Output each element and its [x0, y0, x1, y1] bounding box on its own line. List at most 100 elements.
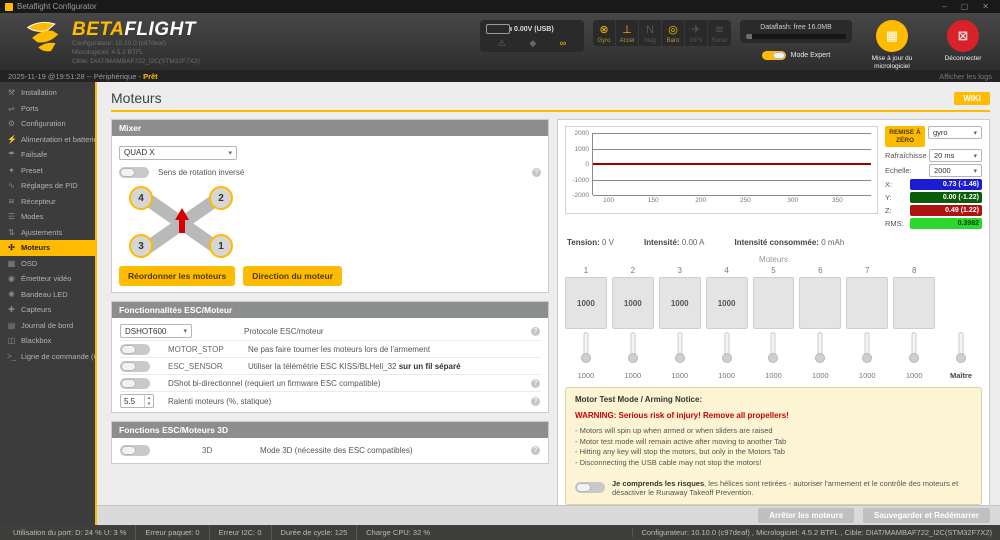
- chip-icon: ▦: [886, 28, 898, 44]
- connection-status: 2025-11-19 @19:51:28 -- Périphérique - P…: [8, 72, 158, 81]
- help-icon[interactable]: ?: [531, 446, 540, 455]
- blackbox-icon: ◫: [7, 336, 16, 345]
- motor-slider-3[interactable]: [659, 331, 701, 369]
- sensor-baro[interactable]: ◎ Baro: [662, 20, 685, 46]
- refresh-select[interactable]: 20 ms▾: [929, 149, 982, 162]
- vtx-icon: ◉: [7, 274, 16, 283]
- bidirectional-dshot-toggle[interactable]: [120, 378, 150, 389]
- esc-protocol-label: Protocole ESC/moteur: [244, 327, 525, 336]
- help-icon[interactable]: ?: [531, 397, 540, 406]
- sidebar-item-video-transmitter[interactable]: ◉Émetteur vidéo: [0, 271, 95, 287]
- status-ready: Prêt: [143, 72, 158, 81]
- help-icon[interactable]: ?: [532, 168, 541, 177]
- disconnect-button[interactable]: ⊠: [947, 20, 979, 52]
- motor-idle-label: Ralenti moteurs (%, statique): [168, 397, 525, 406]
- 3d-mode-toggle[interactable]: [120, 445, 150, 456]
- esc-protocol-select[interactable]: DSHOT600▾: [120, 324, 192, 338]
- sensor-gps[interactable]: ✈ GPS: [685, 20, 708, 46]
- sidebar-item-power-battery[interactable]: ⚡Alimentation et batterie: [0, 132, 95, 148]
- mixer-panel: Mixer QUAD X▾ Sens de rotation inversé ?: [111, 119, 549, 293]
- sidebar-item-pid-tuning[interactable]: ∿Réglages de PID: [0, 178, 95, 194]
- save-reboot-button[interactable]: Sauvegarder et Redémarrer: [863, 508, 990, 523]
- expert-mode-toggle[interactable]: [762, 51, 786, 60]
- motor-bar-3: 1000: [659, 277, 701, 329]
- status-bar: Utilisation du port: D: 24 % U: 3 % Erre…: [0, 525, 1000, 540]
- step-down-icon[interactable]: ▾: [145, 401, 153, 407]
- sidebar-item-configuration[interactable]: ⚙Configuration: [0, 116, 95, 132]
- help-icon[interactable]: ?: [531, 379, 540, 388]
- motor-value: 1000: [846, 371, 888, 380]
- firmware-version: Micrologiciel: 4.5.2 BTFL: [72, 49, 200, 57]
- motor-value: 1000: [659, 371, 701, 380]
- sidebar-item-adjustments[interactable]: ⇅Ajustements: [0, 225, 95, 241]
- baro-icon: ◎: [662, 24, 684, 36]
- motor-number: 1: [565, 266, 607, 275]
- motor-slider-2[interactable]: [612, 331, 654, 369]
- scale-select[interactable]: 2000▾: [929, 164, 982, 177]
- sidebar-item-blackbox[interactable]: ◫Blackbox: [0, 333, 95, 349]
- sidebar-item-osd[interactable]: ▦OSD: [0, 256, 95, 272]
- sidebar-item-modes[interactable]: ☰Modes: [0, 209, 95, 225]
- motor-slider-1[interactable]: [565, 331, 607, 369]
- window-title: Betaflight Configurator: [17, 2, 97, 11]
- sensor-accel[interactable]: ⊥ Accel: [616, 20, 639, 46]
- motor-slider-6[interactable]: [799, 331, 841, 369]
- logo-wordmark: BETAFLIGHT: [72, 20, 200, 39]
- motor-direction-button[interactable]: Direction du moteur: [243, 266, 342, 286]
- stop-motors-button[interactable]: Arrêter les moteurs: [758, 508, 854, 523]
- graph-source-select[interactable]: gyro▾: [928, 126, 982, 139]
- reorder-motors-button[interactable]: Réordonner les moteurs: [119, 266, 235, 286]
- disconnect-label: Déconnecter: [932, 55, 994, 63]
- z-axis-label: Z:: [885, 206, 907, 215]
- sensor-mag[interactable]: N Mag: [639, 20, 662, 46]
- sidebar-item-led-strip[interactable]: ✺Bandeau LED: [0, 287, 95, 303]
- sidebar-item-logbook[interactable]: ▤Journal de bord: [0, 318, 95, 334]
- motor-slider-8[interactable]: [893, 331, 935, 369]
- x-axis-label: X:: [885, 180, 907, 189]
- gyro-x-value: 0.73 (-1.46): [910, 179, 982, 190]
- disconnect[interactable]: ⊠ Déconnecter: [932, 20, 994, 63]
- sidebar-item-sensors[interactable]: ✚Capteurs: [0, 302, 95, 318]
- sensors-icon: ✚: [7, 305, 16, 314]
- motor-idle-input[interactable]: 5.5 ▴▾: [120, 394, 154, 408]
- notice-title: Motor Test Mode / Arming Notice:: [575, 395, 972, 404]
- motor-slider-4[interactable]: [706, 331, 748, 369]
- mixer-type-select[interactable]: QUAD X▾: [119, 146, 237, 160]
- sidebar-item-cli[interactable]: >_Ligne de commande (CLI): [0, 349, 95, 365]
- wiki-button[interactable]: WIKI: [954, 92, 990, 105]
- motor-stop-toggle[interactable]: [120, 344, 150, 355]
- page-title: Moteurs: [111, 90, 162, 106]
- gear-icon: ⚙: [7, 119, 16, 128]
- sensor-gyro[interactable]: ⊗ Gyro: [593, 20, 616, 46]
- help-icon[interactable]: ?: [531, 327, 540, 336]
- maximize-icon[interactable]: ▢: [961, 0, 969, 13]
- sidebar-item-receiver[interactable]: ≋Récepteur: [0, 194, 95, 210]
- sidebar-item-failsafe[interactable]: ☂Failsafe: [0, 147, 95, 163]
- 3d-mode-name: 3D: [202, 446, 254, 455]
- sidebar-item-motors[interactable]: ✣Moteurs: [0, 240, 95, 256]
- firmware-flasher-button[interactable]: ▦: [876, 20, 908, 52]
- reset-zero-button[interactable]: REMISE À ZÉRO: [885, 126, 925, 147]
- dataflash-label: Dataflash: free 16.0MB: [746, 24, 846, 31]
- motor-slider-7[interactable]: [846, 331, 888, 369]
- motor-slider-5[interactable]: [753, 331, 795, 369]
- chevron-down-icon: ▾: [228, 149, 232, 157]
- firmware-flasher[interactable]: ▦ Mise à jour du micrologiciel: [861, 20, 923, 70]
- current-value: 0.00 A: [682, 238, 705, 247]
- show-logs-link[interactable]: Afficher les logs: [939, 72, 992, 81]
- sensor-sonar[interactable]: ≋ Sonar: [708, 20, 731, 46]
- x-axis-labels: 100 150 200 250 300 350: [592, 195, 871, 207]
- chevron-down-icon: ▾: [973, 167, 977, 175]
- failsafe-icon: ☂: [7, 150, 16, 159]
- sidebar-item-installation[interactable]: ⚒Installation: [0, 85, 95, 101]
- minimize-icon[interactable]: –: [942, 0, 946, 13]
- understand-risks-toggle[interactable]: [575, 482, 605, 493]
- master-slider[interactable]: [940, 331, 982, 369]
- motor-value: 1000: [612, 371, 654, 380]
- close-icon[interactable]: ✕: [982, 0, 989, 13]
- y-axis-label: Y:: [885, 193, 907, 202]
- sidebar-item-ports[interactable]: ⇌Ports: [0, 101, 95, 117]
- esc-sensor-toggle[interactable]: [120, 361, 150, 372]
- sidebar-item-preset[interactable]: ✦Preset: [0, 163, 95, 179]
- reverse-motor-toggle[interactable]: [119, 167, 149, 178]
